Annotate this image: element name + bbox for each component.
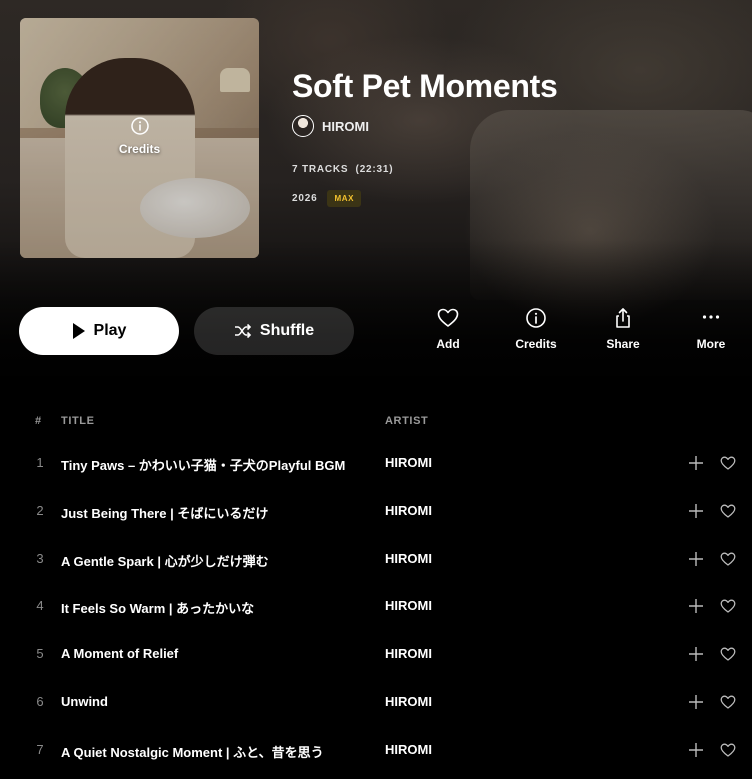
shuffle-icon: [234, 323, 252, 339]
plus-icon[interactable]: [688, 455, 704, 471]
track-title[interactable]: A Gentle Spark | 心が少しだけ弾む: [61, 551, 269, 570]
album-title: Soft Pet Moments: [292, 68, 558, 104]
info-icon: [526, 308, 546, 328]
share-icon: [616, 308, 630, 328]
shuffle-button[interactable]: Shuffle: [194, 307, 354, 355]
track-number: 2: [36, 503, 44, 518]
heart-icon[interactable]: [720, 598, 736, 614]
heart-icon[interactable]: [720, 694, 736, 710]
album-page: Credits Soft Pet Moments HIROMI 7 TRACKS…: [0, 0, 752, 779]
track-title[interactable]: It Feels So Warm | あったかいな: [61, 598, 254, 617]
play-icon: [72, 323, 85, 339]
track-title[interactable]: Unwind: [61, 694, 108, 709]
track-artist[interactable]: HIROMI: [385, 455, 432, 470]
plus-icon[interactable]: [688, 551, 704, 567]
more-label: More: [696, 337, 726, 351]
release-year: 2026: [292, 193, 318, 204]
track-row[interactable]: 2 Just Being There | そばにいるだけ HIROMI: [0, 491, 752, 531]
track-number: 3: [36, 551, 44, 566]
shuffle-label: Shuffle: [259, 322, 315, 339]
info-icon: [130, 117, 149, 135]
track-number: 6: [36, 694, 44, 709]
plus-icon[interactable]: [688, 646, 704, 662]
plus-icon[interactable]: [688, 503, 704, 519]
track-row[interactable]: 1 Tiny Paws – かわいい子猫・子犬のPlayful BGM HIRO…: [0, 443, 752, 483]
more-dots-icon: [702, 315, 720, 319]
share-button[interactable]: Share: [588, 307, 658, 353]
column-header-title[interactable]: TITLE: [61, 415, 95, 427]
cover-credits-button[interactable]: Credits: [20, 116, 259, 156]
add-label: Add: [436, 337, 460, 351]
credits-button[interactable]: Credits: [501, 307, 571, 353]
artist-link[interactable]: HIROMI: [292, 115, 369, 137]
track-artist[interactable]: HIROMI: [385, 551, 432, 566]
add-button[interactable]: Add: [413, 307, 483, 353]
track-title[interactable]: Tiny Paws – かわいい子猫・子犬のPlayful BGM: [61, 455, 345, 474]
play-button[interactable]: Play: [19, 307, 179, 355]
track-row[interactable]: 7 A Quiet Nostalgic Moment | ふと、昔を思う HIR…: [0, 730, 752, 770]
credits-label: Credits: [515, 337, 557, 351]
heart-icon: [437, 308, 459, 327]
track-row[interactable]: 3 A Gentle Spark | 心が少しだけ弾む HIROMI: [0, 539, 752, 579]
track-artist[interactable]: HIROMI: [385, 598, 432, 613]
plus-icon[interactable]: [688, 742, 704, 758]
track-row[interactable]: 6 Unwind HIROMI: [0, 682, 752, 722]
track-title[interactable]: A Quiet Nostalgic Moment | ふと、昔を思う: [61, 742, 324, 761]
heart-icon[interactable]: [720, 503, 736, 519]
track-artist[interactable]: HIROMI: [385, 503, 432, 518]
column-header-artist[interactable]: ARTIST: [385, 415, 428, 427]
album-cover[interactable]: Credits: [20, 18, 259, 258]
track-number: 4: [36, 598, 44, 613]
track-artist[interactable]: HIROMI: [385, 694, 432, 709]
track-artist[interactable]: HIROMI: [385, 646, 432, 661]
quality-badge: MAX: [327, 190, 362, 207]
artist-name: HIROMI: [322, 118, 369, 134]
track-artist[interactable]: HIROMI: [385, 742, 432, 757]
track-number: 7: [36, 742, 44, 757]
avatar: [292, 115, 314, 137]
track-number: 5: [36, 646, 44, 661]
share-label: Share: [606, 337, 640, 351]
more-button[interactable]: More: [676, 307, 746, 353]
track-title[interactable]: A Moment of Relief: [61, 646, 178, 661]
plus-icon[interactable]: [688, 694, 704, 710]
heart-icon[interactable]: [720, 742, 736, 758]
heart-icon[interactable]: [720, 646, 736, 662]
track-number: 1: [36, 455, 44, 470]
release-info: 2026 MAX: [292, 190, 362, 207]
tracklist-header: # TITLE ARTIST: [0, 413, 752, 429]
play-label: Play: [93, 322, 127, 339]
track-title[interactable]: Just Being There | そばにいるだけ: [61, 503, 268, 522]
cover-credits-label: Credits: [118, 142, 161, 156]
heart-icon[interactable]: [720, 455, 736, 471]
plus-icon[interactable]: [688, 598, 704, 614]
heart-icon[interactable]: [720, 551, 736, 567]
column-header-number: #: [35, 415, 42, 427]
track-row[interactable]: 4 It Feels So Warm | あったかいな HIROMI: [0, 586, 752, 626]
tracks-meta: 7 TRACKS (22:31): [292, 164, 394, 175]
track-row[interactable]: 5 A Moment of Relief HIROMI: [0, 634, 752, 674]
